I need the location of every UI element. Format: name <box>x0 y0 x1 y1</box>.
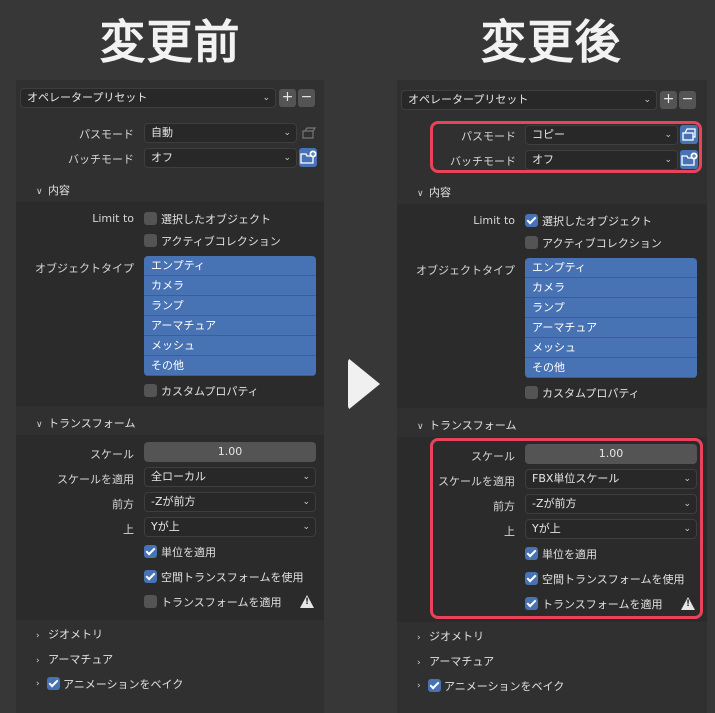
forward-dropdown[interactable]: -Zが前方 ⌄ <box>144 492 316 512</box>
custom-props-checkbox[interactable] <box>525 386 538 399</box>
apply-scale-dropdown[interactable]: 全ローカル ⌄ <box>144 467 316 487</box>
apply-scale-label: スケールを適用 <box>57 473 134 486</box>
object-type-mesh[interactable]: メッシュ <box>144 336 316 356</box>
apply-unit-checkbox[interactable] <box>144 545 157 558</box>
batch-mode-dropdown[interactable]: オフ ⌄ <box>144 148 297 168</box>
chevron-right-icon: › <box>417 633 421 643</box>
warning-icon: ! <box>300 595 314 608</box>
pack-icon[interactable] <box>299 124 317 143</box>
object-types-label: オブジェクトタイプ <box>35 262 134 275</box>
chevron-right-icon: › <box>36 631 40 641</box>
custom-props-label: カスタムプロパティ <box>542 387 640 400</box>
section-geometry[interactable]: › ジオメトリ <box>417 628 484 644</box>
chevron-down-icon: ⌄ <box>302 522 310 532</box>
preset-dropdown[interactable]: オペレータープリセット ⌄ <box>401 90 657 110</box>
custom-props-checkbox[interactable] <box>144 384 157 397</box>
panel-after: オペレータープリセット ⌄ + − パスモード コピー ⌄ バッチモード オフ ⌄ ∨… <box>397 80 707 713</box>
active-collection-label: アクティブコレクション <box>542 237 662 250</box>
forward-value: -Zが前方 <box>151 495 196 508</box>
chevron-down-icon: ∨ <box>36 187 43 197</box>
object-type-lamp[interactable]: ランプ <box>525 298 697 318</box>
section-transform[interactable]: ∨ トランスフォーム <box>36 415 135 431</box>
panel-before: オペレータープリセット ⌄ + − パスモード 自動 ⌄ バッチモード オフ ⌄ ∨ 内… <box>16 80 324 713</box>
chevron-down-icon: ⌄ <box>283 128 291 138</box>
chevron-right-icon: › <box>36 656 40 666</box>
apply-transform-checkbox[interactable] <box>144 595 157 608</box>
highlight-box-transform <box>430 438 703 619</box>
chevron-down-icon: ⌄ <box>283 153 291 163</box>
object-type-armature[interactable]: アーマチュア <box>144 316 316 336</box>
path-mode-value: 自動 <box>151 126 173 139</box>
highlight-box-mode <box>430 121 702 173</box>
preset-label: オペレータープリセット <box>408 93 529 106</box>
selected-objects-label: 選択したオブジェクト <box>161 213 271 226</box>
chevron-right-icon: › <box>417 658 421 668</box>
up-label: 上 <box>123 523 134 536</box>
object-type-other[interactable]: その他 <box>525 358 697 378</box>
chevron-down-icon: ⌄ <box>643 95 651 105</box>
bake-animation-checkbox[interactable] <box>428 679 441 692</box>
selected-objects-label: 選択したオブジェクト <box>542 215 652 228</box>
selected-objects-checkbox[interactable] <box>525 214 538 227</box>
add-preset-button[interactable]: + <box>279 89 296 107</box>
batch-mode-label: バッチモード <box>68 153 134 166</box>
chevron-down-icon: ⌄ <box>262 93 270 103</box>
bake-animation-checkbox[interactable] <box>47 677 60 690</box>
chevron-down-icon: ∨ <box>417 189 424 199</box>
path-mode-label: パスモード <box>79 128 134 141</box>
apply-scale-value: 全ローカル <box>151 470 206 483</box>
add-preset-button[interactable]: + <box>660 91 677 109</box>
selected-objects-checkbox[interactable] <box>144 212 157 225</box>
active-collection-checkbox[interactable] <box>525 236 538 249</box>
apply-transform-label: トランスフォームを適用 <box>161 596 282 609</box>
object-type-armature[interactable]: アーマチュア <box>525 318 697 338</box>
object-type-camera[interactable]: カメラ <box>144 276 316 296</box>
remove-preset-button[interactable]: − <box>298 89 315 107</box>
chevron-down-icon: ∨ <box>417 422 424 432</box>
object-types-label: オブジェクトタイプ <box>416 264 515 277</box>
object-type-list: エンプティ カメラ ランプ アーマチュア メッシュ その他 <box>144 256 316 376</box>
object-type-other[interactable]: その他 <box>144 356 316 376</box>
remove-preset-button[interactable]: − <box>679 91 696 109</box>
title-before: 変更前 <box>99 15 241 69</box>
section-transform[interactable]: ∨ トランスフォーム <box>417 417 516 433</box>
object-type-empty[interactable]: エンプティ <box>144 256 316 276</box>
arrow-right-icon <box>348 358 380 410</box>
apply-unit-label: 単位を適用 <box>161 546 216 559</box>
batch-mode-value: オフ <box>151 151 173 164</box>
custom-props-label: カスタムプロパティ <box>161 385 259 398</box>
section-content[interactable]: ∨ 内容 <box>36 182 70 198</box>
chevron-down-icon: ⌄ <box>302 497 310 507</box>
preset-dropdown[interactable]: オペレータープリセット ⌄ <box>20 88 276 108</box>
limit-to-label: Limit to <box>92 212 134 225</box>
title-after: 変更後 <box>480 15 622 69</box>
active-collection-checkbox[interactable] <box>144 234 157 247</box>
section-armature[interactable]: › アーマチュア <box>36 651 113 667</box>
object-type-empty[interactable]: エンプティ <box>525 258 697 278</box>
path-mode-dropdown[interactable]: 自動 ⌄ <box>144 123 297 143</box>
section-content[interactable]: ∨ 内容 <box>417 184 451 200</box>
preset-label: オペレータープリセット <box>27 91 148 104</box>
object-type-camera[interactable]: カメラ <box>525 278 697 298</box>
chevron-down-icon: ∨ <box>36 420 43 430</box>
section-armature[interactable]: › アーマチュア <box>417 653 494 669</box>
scale-field[interactable]: 1.00 <box>144 442 316 462</box>
forward-label: 前方 <box>112 498 134 511</box>
section-geometry[interactable]: › ジオメトリ <box>36 626 103 642</box>
object-type-list: エンプティ カメラ ランプ アーマチュア メッシュ その他 <box>525 258 697 378</box>
scale-label: スケール <box>90 448 134 461</box>
limit-to-label: Limit to <box>473 214 515 227</box>
use-space-transform-checkbox[interactable] <box>144 570 157 583</box>
up-dropdown[interactable]: Yが上 ⌄ <box>144 517 316 537</box>
bake-animation-label: アニメーションをベイク <box>63 678 184 691</box>
use-space-transform-label: 空間トランスフォームを使用 <box>161 571 304 584</box>
object-type-mesh[interactable]: メッシュ <box>525 338 697 358</box>
active-collection-label: アクティブコレクション <box>161 235 281 248</box>
object-type-lamp[interactable]: ランプ <box>144 296 316 316</box>
chevron-down-icon: ⌄ <box>302 472 310 482</box>
bake-animation-label: アニメーションをベイク <box>444 680 565 693</box>
up-value: Yが上 <box>151 520 180 533</box>
folder-plus-icon[interactable] <box>299 148 317 167</box>
